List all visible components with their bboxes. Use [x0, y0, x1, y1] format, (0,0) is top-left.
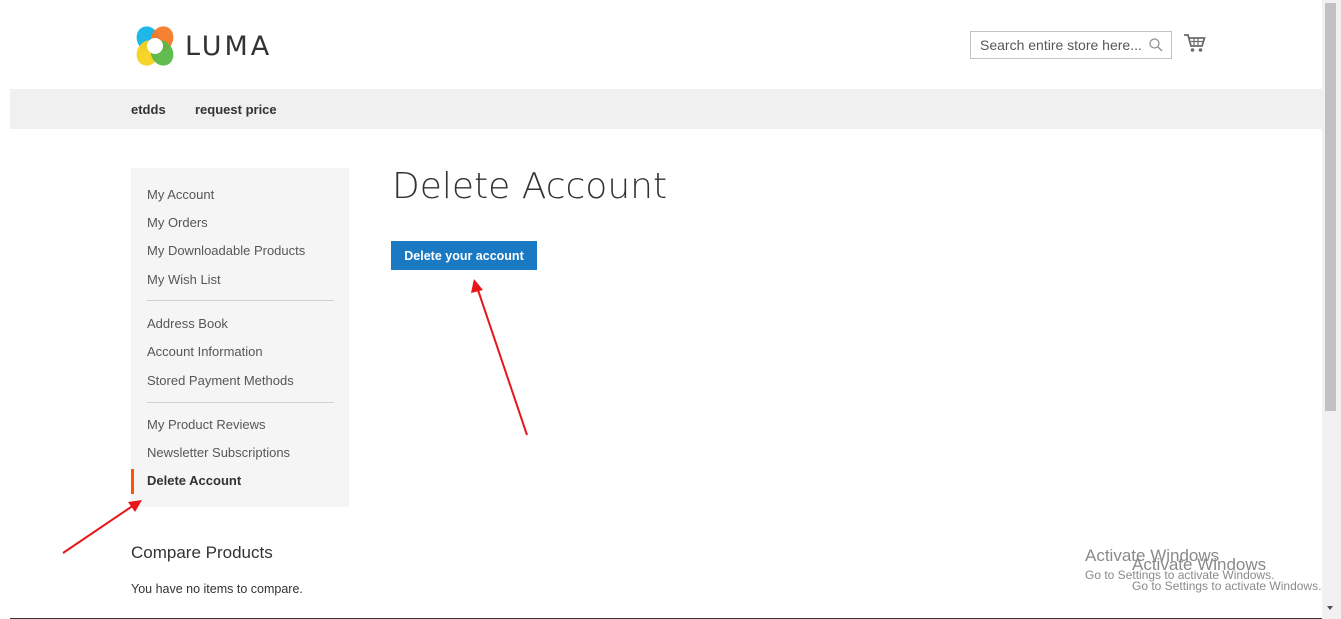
sidebar-item-my-account[interactable]: My Account — [147, 187, 214, 202]
logo-text: LUMA — [185, 30, 273, 62]
sidebar-item-delete-account: Delete Account — [147, 473, 242, 488]
luma-logo[interactable]: LUMA — [135, 24, 272, 68]
compare-empty-message: You have no items to compare. — [131, 582, 303, 596]
sidebar-item-my-wish-list[interactable]: My Wish List — [147, 272, 221, 287]
main-navigation: etdds request price — [10, 89, 1322, 129]
search-input[interactable] — [971, 33, 1150, 57]
delete-your-account-button[interactable]: Delete your account — [391, 241, 537, 270]
activate-windows-title: Activate Windows — [1132, 555, 1267, 574]
luma-logo-icon — [136, 26, 174, 66]
sidebar-item-address-book[interactable]: Address Book — [147, 316, 228, 331]
search-icon[interactable] — [1149, 38, 1163, 57]
sidebar-divider — [147, 402, 334, 403]
sidebar-divider — [147, 300, 334, 301]
nav-item-etdds[interactable]: etdds — [131, 102, 166, 117]
sidebar-item-newsletter-subscriptions[interactable]: Newsletter Subscriptions — [147, 445, 290, 460]
sidebar-item-account-information[interactable]: Account Information — [147, 344, 263, 359]
nav-item-request-price[interactable]: request price — [195, 102, 277, 117]
sidebar-item-stored-payment-methods[interactable]: Stored Payment Methods — [147, 373, 294, 388]
vertical-scrollbar[interactable] — [1322, 0, 1341, 619]
page: LUMA etdds request price My Account My O… — [10, 0, 1322, 619]
scroll-down-arrow-icon[interactable] — [1327, 606, 1333, 610]
page-title: Delete Account — [392, 166, 668, 207]
cart-icon[interactable] — [1183, 33, 1207, 58]
sidebar-item-my-downloadable-products[interactable]: My Downloadable Products — [147, 243, 305, 258]
sidebar-item-my-orders[interactable]: My Orders — [147, 215, 208, 230]
scrollbar-thumb[interactable] — [1325, 3, 1336, 411]
account-sidebar: My Account My Orders My Downloadable Pro… — [131, 168, 349, 507]
sidebar-item-my-product-reviews[interactable]: My Product Reviews — [147, 417, 265, 432]
current-item-indicator — [131, 469, 134, 494]
activate-windows-subtitle: Go to Settings to activate Windows. — [1132, 579, 1322, 593]
compare-products-title: Compare Products — [131, 543, 273, 562]
search-box[interactable] — [970, 31, 1172, 59]
